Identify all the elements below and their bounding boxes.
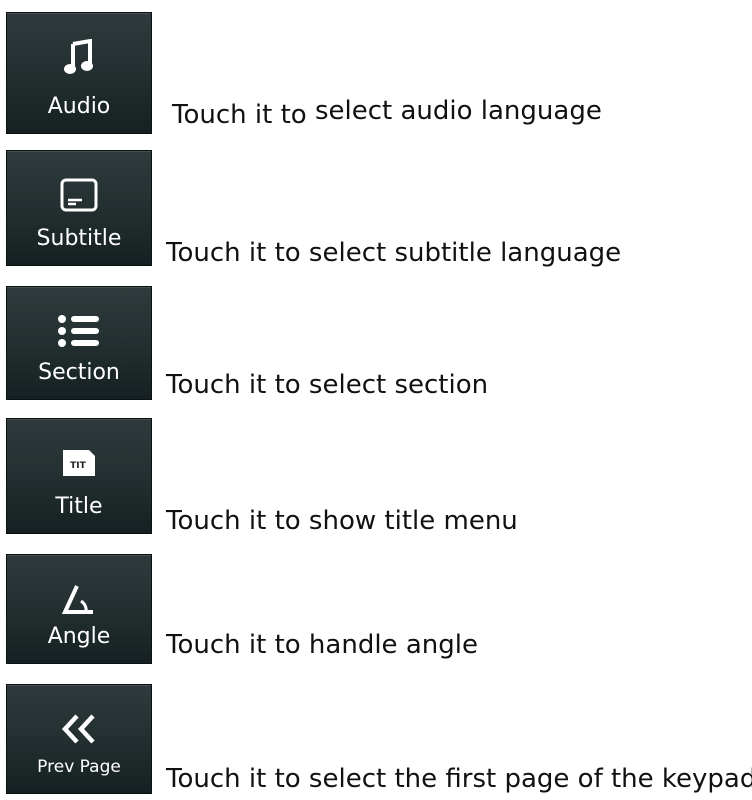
title-button[interactable]: TIT Title: [6, 418, 152, 534]
angle-button[interactable]: Angle: [6, 554, 152, 664]
section-button[interactable]: Section: [6, 286, 152, 400]
angle-description: Touch it to handle angle: [166, 630, 478, 660]
angle-icon: [7, 577, 151, 621]
audio-button-label: Audio: [47, 94, 111, 119]
prev-page-description: Touch it to select the first page of the…: [166, 764, 752, 794]
prev-page-button-label: Prev Page: [37, 757, 121, 777]
title-description: Touch it to show title menu: [166, 506, 518, 536]
list-icon: [7, 309, 151, 353]
music-note-icon: [7, 35, 151, 79]
subtitle-icon: [7, 173, 151, 217]
audio-button[interactable]: Audio: [6, 12, 152, 134]
title-card-icon: TIT: [7, 441, 151, 485]
subtitle-button[interactable]: Subtitle: [6, 150, 152, 266]
prev-page-button[interactable]: Prev Page: [6, 684, 152, 794]
subtitle-description: Touch it to select subtitle language: [166, 238, 622, 268]
section-button-label: Section: [38, 360, 120, 385]
section-description: Touch it to select section: [166, 370, 489, 400]
subtitle-button-label: Subtitle: [36, 226, 122, 251]
double-chevron-left-icon: [7, 707, 151, 751]
title-icon-text: TIT: [70, 461, 86, 471]
angle-button-label: Angle: [47, 624, 111, 649]
title-button-label: Title: [55, 494, 103, 519]
audio-description: Touch it to select audio language: [172, 96, 602, 130]
